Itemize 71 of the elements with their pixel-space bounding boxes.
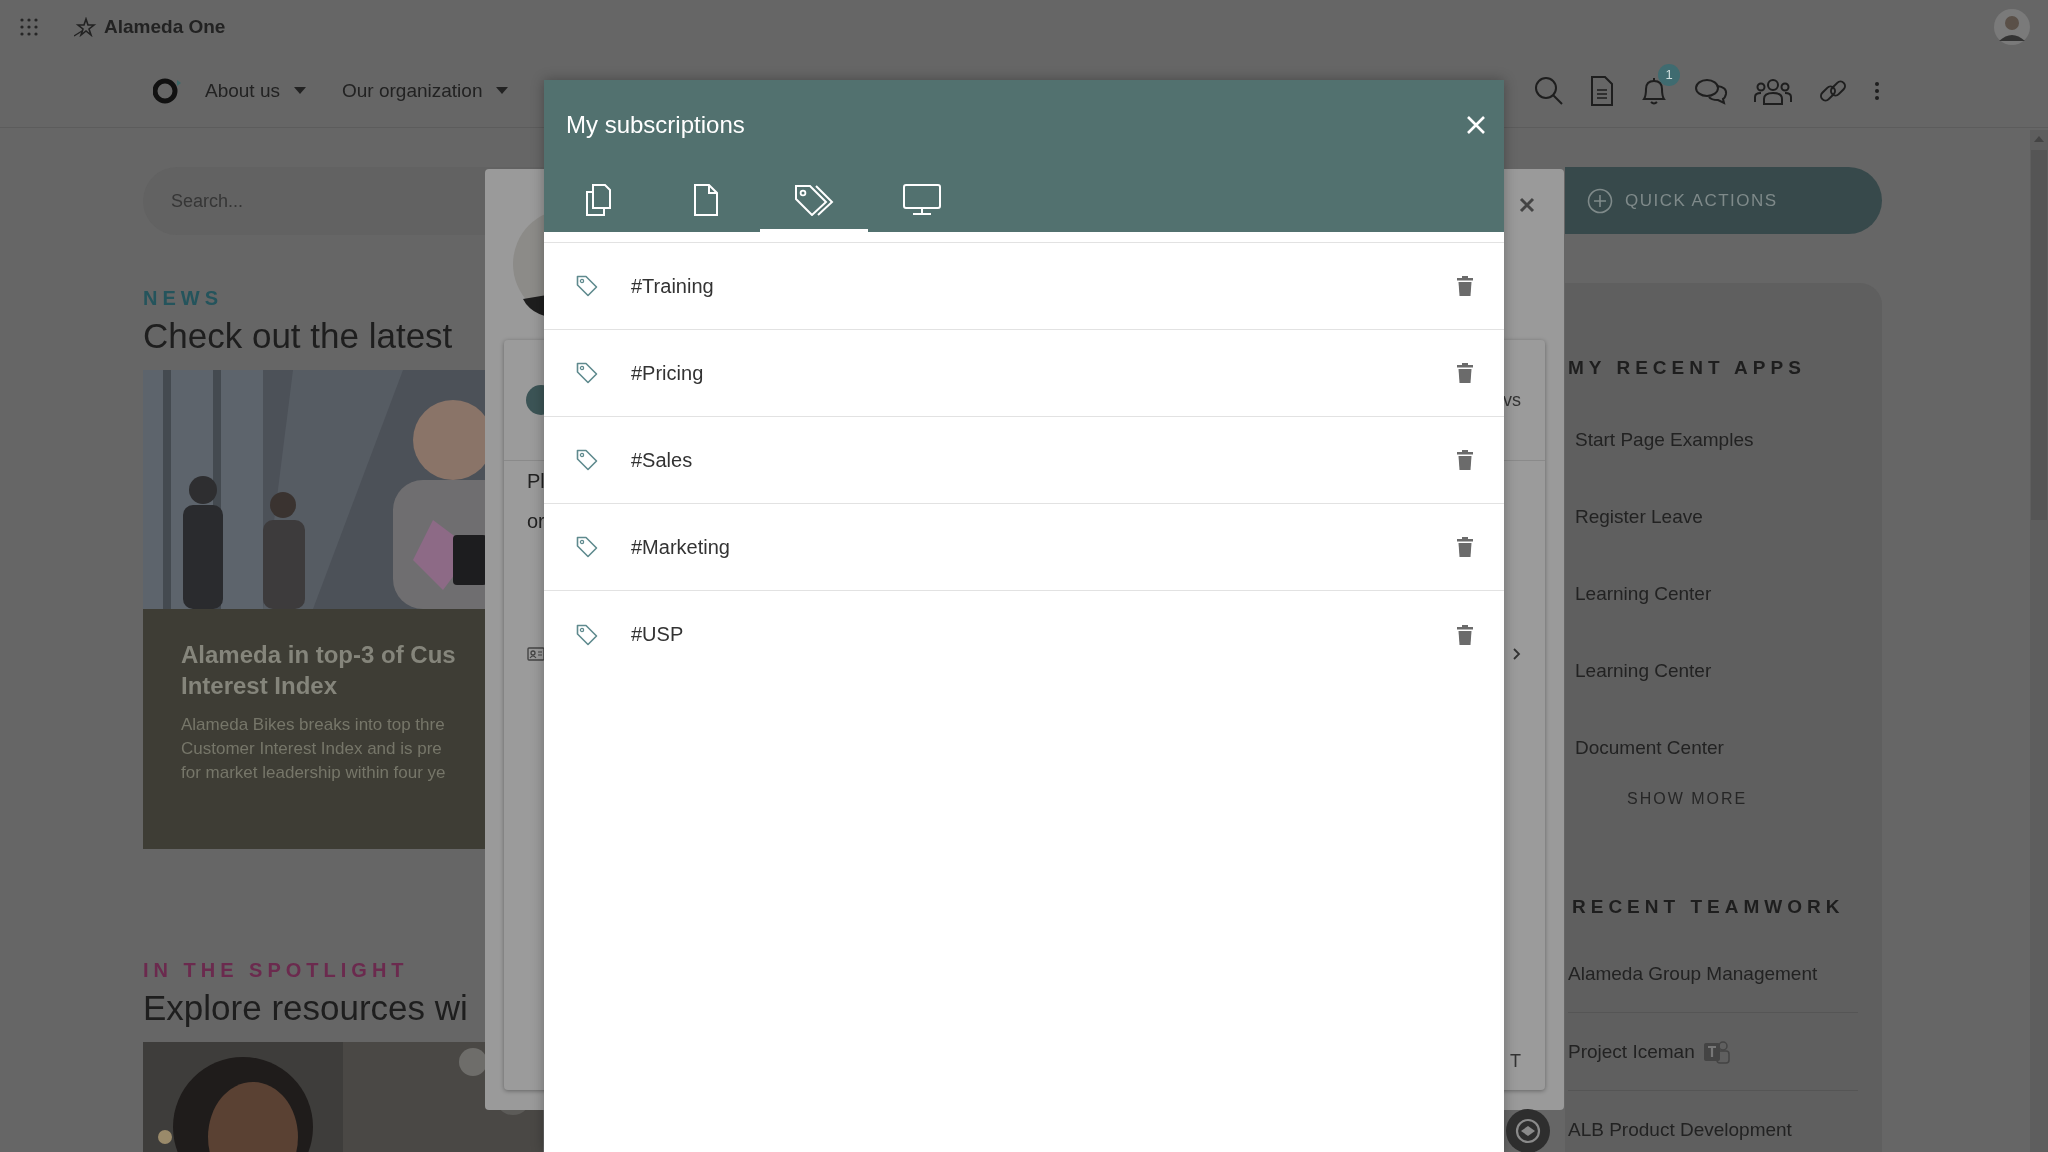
recent-app-link[interactable]: Document Center (1575, 731, 1724, 764)
subscription-row[interactable]: #Marketing (544, 504, 1504, 591)
trash-icon[interactable] (1457, 276, 1473, 296)
monitor-icon (903, 183, 941, 216)
product-icon (1506, 1109, 1550, 1152)
circle-logo-icon[interactable] (153, 77, 183, 104)
news-summary-line: Alameda Bikes breaks into top thre (181, 714, 446, 736)
subscription-name: #Marketing (631, 535, 731, 559)
quick-actions-button[interactable]: QUICK ACTIONS (1565, 167, 1882, 234)
recent-app-link[interactable]: Learning Center (1575, 654, 1712, 687)
scrollbar[interactable] (2030, 130, 2048, 1152)
app-title[interactable]: Alameda One (104, 16, 226, 38)
notification-count: 1 (1658, 63, 1680, 86)
section-heading: Explore resources wi (143, 988, 468, 1028)
document-icon (694, 183, 718, 216)
news-summary-line: for market leadership within four ye (181, 762, 446, 784)
copies-icon (585, 183, 611, 216)
apps-grid-icon[interactable] (20, 18, 38, 36)
close-icon[interactable] (1519, 197, 1535, 213)
search-icon[interactable] (1534, 75, 1564, 106)
document-icon[interactable] (1590, 75, 1614, 106)
plus-circle-icon (1587, 187, 1613, 214)
subscription-name: #Training (631, 274, 715, 298)
news-title-line: Alameda in top-3 of Cus (181, 640, 456, 670)
chevron-right-icon[interactable] (1513, 648, 1521, 660)
section-label: IN THE SPOTLIGHT (143, 959, 409, 982)
nav-menu-item[interactable]: About us (205, 79, 306, 102)
tab-label[interactable]: vs (1503, 389, 1521, 411)
trash-icon[interactable] (1457, 450, 1473, 470)
teamwork-link[interactable]: Alameda Group Management (1568, 962, 1818, 985)
subscription-name: #USP (631, 623, 685, 646)
show-more-button[interactable]: SHOW MORE (1627, 790, 1748, 808)
caret-icon (496, 87, 509, 94)
trash-icon[interactable] (1457, 624, 1473, 645)
section-label: NEWS (143, 287, 223, 310)
panel-title: MY RECENT APPS (1568, 357, 1806, 379)
button-text[interactable]: T (1510, 1051, 1521, 1072)
user-avatar[interactable] (1994, 9, 2030, 45)
trash-icon[interactable] (1457, 537, 1473, 557)
section-heading: Check out the latest (143, 316, 453, 356)
tag-icon (576, 362, 598, 384)
caret-icon (294, 87, 306, 94)
tag-icon (576, 449, 598, 471)
recent-app-link[interactable]: Register Leave (1575, 500, 1703, 533)
dialog-title: My subscriptions (566, 111, 745, 139)
people-icon[interactable] (1754, 76, 1792, 105)
panel-title: RECENT TEAMWORK (1572, 896, 1845, 918)
recent-app-link[interactable]: Start Page Examples (1575, 423, 1754, 456)
subscription-row[interactable]: #Pricing (544, 330, 1504, 417)
tag-icon (576, 623, 598, 646)
contact-card-icon (527, 647, 545, 661)
notification-bell-icon[interactable] (1640, 75, 1668, 106)
subscription-name: #Pricing (631, 361, 705, 385)
tag-icon (576, 275, 598, 297)
tags-icon (794, 183, 834, 216)
teamwork-link[interactable]: Project Iceman (1568, 1040, 1695, 1063)
chat-bubbles-icon[interactable] (1694, 76, 1728, 105)
more-options-icon[interactable] (1874, 80, 1880, 101)
tag-icon (576, 536, 598, 558)
subscription-row[interactable]: #USP (544, 591, 1504, 678)
trash-icon[interactable] (1457, 363, 1473, 383)
recent-app-link[interactable]: Learning Center (1575, 577, 1712, 610)
teamwork-link[interactable]: ALB Product Development (1568, 1118, 1792, 1141)
news-summary-line: Customer Interest Index and is pre (181, 738, 443, 760)
subscription-name: #Sales (631, 448, 694, 472)
body-text: or (527, 509, 546, 534)
subscription-row[interactable]: #Training (544, 243, 1504, 330)
body-text: Pl (527, 469, 546, 494)
subscription-row[interactable]: #Sales (544, 417, 1504, 504)
nav-menu-item[interactable]: Our organization (342, 79, 509, 102)
news-title-line: Interest Index (181, 671, 338, 701)
